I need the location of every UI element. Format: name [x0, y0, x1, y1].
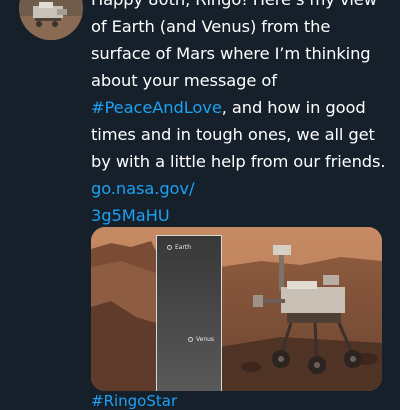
- earth-label: Earth: [175, 244, 192, 251]
- url-link-part-2[interactable]: 3g5MaHU: [91, 206, 170, 225]
- tweet-text-intro: Happy 80th, Ringo! Here’s my view of Ear…: [91, 0, 377, 90]
- venus-marker-icon: [188, 337, 193, 342]
- url-link-part-1[interactable]: go.nasa.gov/: [91, 179, 194, 198]
- sky-inset-panel: Earth Venus: [156, 235, 222, 391]
- tweet-media-image[interactable]: Earth Venus: [91, 227, 382, 391]
- mars-landscape-photo: [91, 227, 382, 391]
- avatar[interactable]: [19, 0, 83, 40]
- earth-marker-icon: [167, 245, 172, 250]
- venus-label: Venus: [196, 336, 215, 343]
- tweet-text: Happy 80th, Ringo! Here’s my view of Ear…: [91, 0, 391, 229]
- hashtag-link[interactable]: #PeaceAndLove: [91, 98, 222, 117]
- hashtag-below-media[interactable]: #RingoStar: [91, 392, 177, 410]
